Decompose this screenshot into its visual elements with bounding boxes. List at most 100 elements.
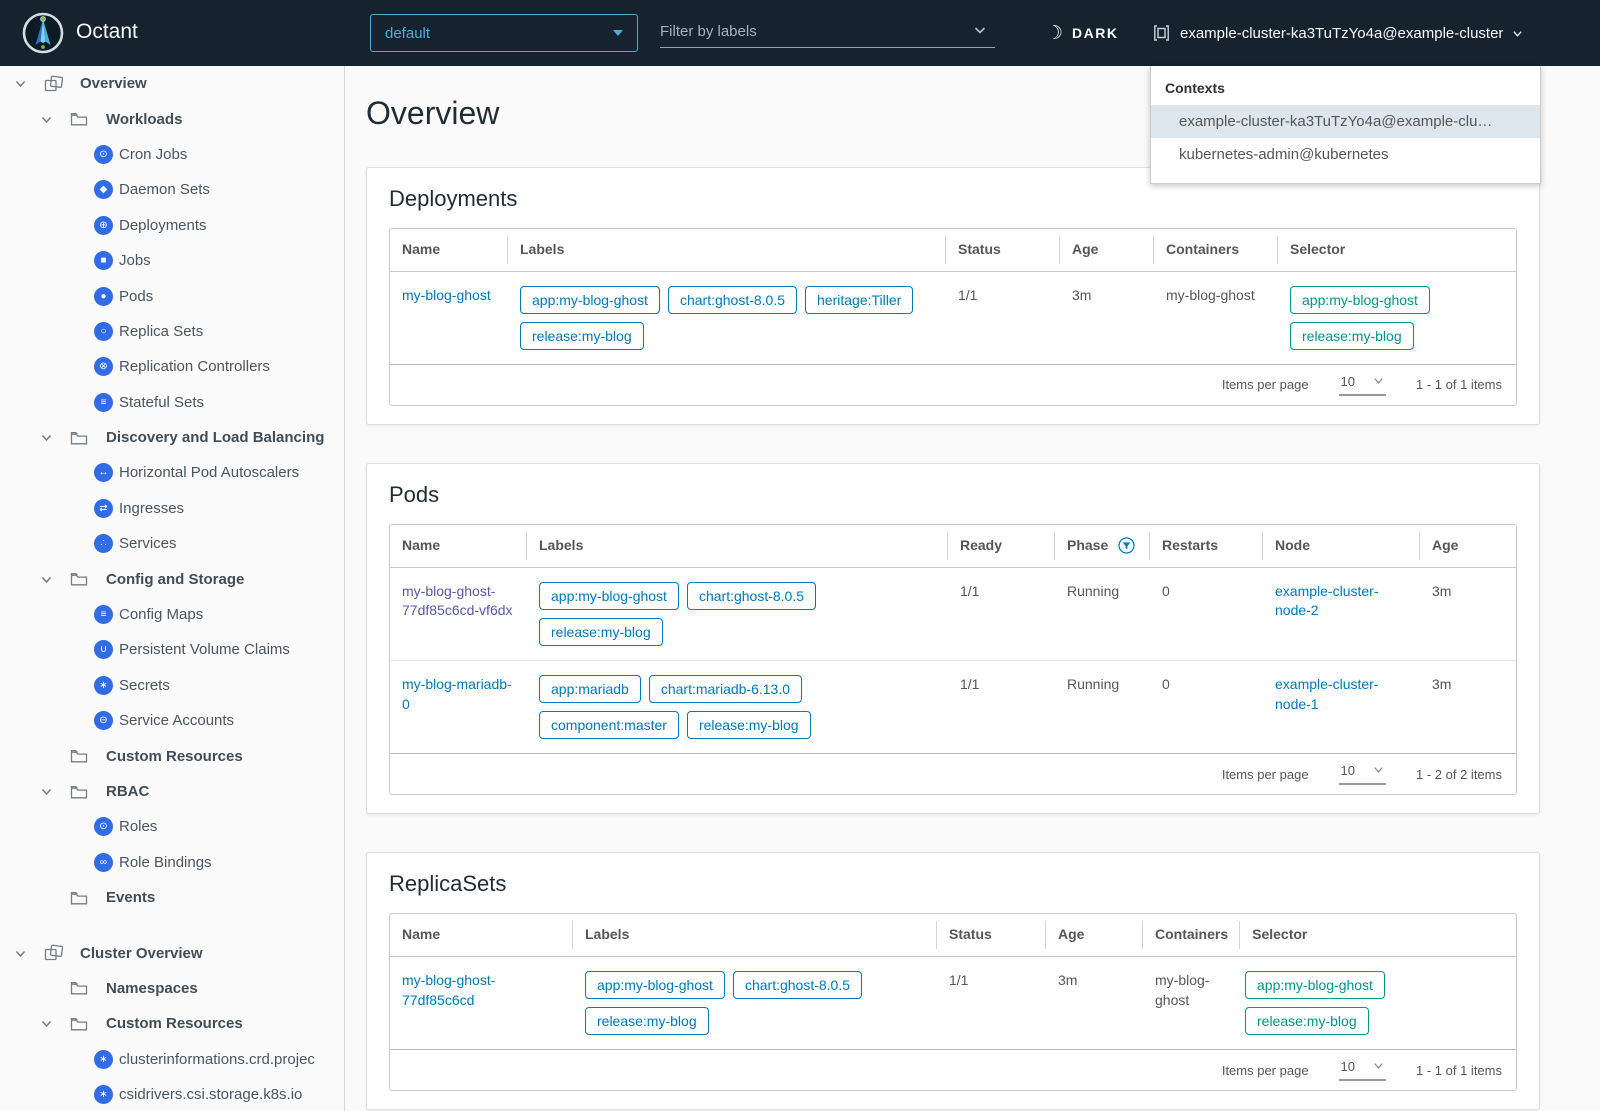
caret-down-icon	[613, 30, 623, 36]
sidebar-item-namespaces[interactable]: Namespaces	[0, 971, 344, 1006]
sidebar-item-persistent-volume-claims[interactable]: ∪ Persistent Volume Claims	[0, 632, 344, 667]
chevron-down-icon[interactable]	[40, 431, 70, 444]
sidebar-item-replica-sets[interactable]: ○ Replica Sets	[0, 314, 344, 349]
resource-link[interactable]: my-blog-ghost-77df85c6cd	[402, 972, 495, 1008]
sidebar-item-cron-jobs[interactable]: ⊙ Cron Jobs	[0, 137, 344, 172]
column-header-selector: Selector	[1278, 229, 1516, 271]
chevron-down-icon[interactable]	[40, 785, 70, 798]
items-per-page-value: 10	[1340, 1059, 1356, 1075]
sidebar-item-service-accounts[interactable]: ⊖ Service Accounts	[0, 703, 344, 738]
column-header-label: Name	[402, 241, 441, 257]
label-filter-input[interactable]: Filter by labels	[660, 16, 995, 48]
sidebar-item-label: Discovery and Load Balancing	[106, 429, 325, 447]
items-per-page-select[interactable]: 10	[1338, 374, 1387, 396]
label-tag: release:my-blog	[520, 321, 644, 350]
node-link[interactable]: example-cluster-node-2	[1275, 583, 1378, 619]
sidebar-item-roles[interactable]: ⊙ Roles	[0, 809, 344, 844]
namespace-select[interactable]: default	[370, 14, 638, 52]
sidebar-item-ingresses[interactable]: ⇄ Ingresses	[0, 491, 344, 526]
sidebar-item-config-and-storage[interactable]: Config and Storage	[0, 561, 344, 596]
selector-tag-row: release:my-blog	[1290, 321, 1504, 358]
table-row: my-blog-mariadb-0 app:mariadb chart:mariad…	[390, 659, 1516, 753]
sidebar-item-cluster-overview[interactable]: Cluster Overview	[0, 935, 344, 970]
column-header-labels: Labels	[527, 525, 948, 567]
jobs-icon: ■	[94, 251, 113, 271]
sidebar-item-custom-resources[interactable]: Custom Resources	[0, 738, 344, 773]
sidebar-item-label: Overview	[80, 75, 147, 93]
items-per-page-select[interactable]: 10	[1338, 763, 1387, 786]
sidebar-item-stateful-sets[interactable]: ≡ Stateful Sets	[0, 385, 344, 420]
config-maps-icon: ≡	[94, 605, 113, 625]
sidebar-item-label: Ingresses	[119, 499, 185, 517]
node-link[interactable]: example-cluster-node-1	[1275, 676, 1378, 712]
theme-toggle-button[interactable]: ☾ DARK	[1046, 0, 1119, 66]
sidebar-item-services[interactable]: ∴ Services	[0, 526, 344, 561]
sidebar-item-label: Deployments	[119, 216, 207, 234]
column-header-age: Age	[1046, 914, 1143, 956]
cell-value: 3m	[1072, 286, 1092, 303]
sidebar-item-role-bindings[interactable]: ∞ Role Bindings	[0, 845, 344, 880]
sidebar-item-daemon-sets[interactable]: ◆ Daemon Sets	[0, 172, 344, 207]
section-title: Pods	[389, 481, 440, 507]
folder-icon	[70, 430, 100, 446]
items-per-page-select[interactable]: 10	[1338, 1059, 1387, 1082]
context-menu-item[interactable]: kubernetes-admin@kubernetes	[1151, 138, 1540, 171]
label-tag: app:my-blog-ghost	[539, 581, 679, 610]
sidebar-item-config-maps[interactable]: ≡ Config Maps	[0, 597, 344, 632]
chevron-down-icon[interactable]	[40, 113, 70, 126]
contexts-dropdown-title: Contexts	[1165, 80, 1225, 96]
sidebar-item-replication-controllers[interactable]: ⊗ Replication Controllers	[0, 349, 344, 384]
column-header-node: Node	[1263, 525, 1420, 567]
chevron-down-icon[interactable]	[14, 947, 44, 960]
cell-value: 0	[1162, 582, 1170, 599]
sidebar-item-label: Stateful Sets	[119, 393, 205, 411]
sidebar-item-workloads[interactable]: Workloads	[0, 101, 344, 136]
sidebar-item-jobs[interactable]: ■ Jobs	[0, 243, 344, 278]
sidebar-item-discovery-and-load-balancing[interactable]: Discovery and Load Balancing	[0, 420, 344, 455]
chevron-down-icon[interactable]	[40, 573, 70, 586]
context-switcher[interactable]: example-cluster-ka3TuTzYo4a@example-clus…	[1152, 0, 1523, 66]
selector-tag-row: app:my-blog-ghost	[1290, 285, 1504, 322]
sidebar-item-deployments[interactable]: ⊕ Deployments	[0, 208, 344, 243]
main-content: Overview Deployments Name Labels Status Age…	[346, 66, 1600, 1111]
sidebar-item-overview[interactable]: Overview	[0, 66, 344, 101]
sidebar-item-events[interactable]: Events	[0, 880, 344, 915]
cell-value: Running	[1067, 675, 1120, 692]
sidebar-item-rbac[interactable]: RBAC	[0, 774, 344, 809]
table-body: my-blog-ghost-77df85c6cd-vf6dx app:my-blo…	[390, 568, 1516, 754]
sidebar-item-custom-resources[interactable]: Custom Resources	[0, 1006, 344, 1041]
chevron-down-icon	[1373, 374, 1384, 389]
resource-link[interactable]: my-blog-mariadb-0	[402, 676, 512, 712]
chevron-down-icon[interactable]	[14, 77, 44, 90]
sidebar-item-clusterinformations-crd-projec[interactable]: ∗ clusterinformations.crd.projec	[0, 1042, 344, 1077]
sidebar-item-label: Events	[106, 889, 156, 907]
label-tag: app:my-blog-ghost	[520, 285, 660, 314]
sidebar-item-horizontal-pod-autoscalers[interactable]: ↔ Horizontal Pod Autoscalers	[0, 455, 344, 490]
sidebar-item-label: clusterinformations.crd.projec	[119, 1050, 315, 1068]
roles-icon: ⊙	[94, 817, 113, 837]
resource-link[interactable]: my-blog-ghost-77df85c6cd-vf6dx	[402, 583, 513, 619]
cell-labels: app:mariadb chart:mariadb-6.13.0 component…	[527, 661, 948, 753]
contexts-dropdown: Contexts example-cluster-ka3TuTzYo4a@exa…	[1150, 66, 1541, 184]
cell-value: 1/1	[960, 582, 980, 599]
pagination-range: 1 - 1 of 1 items	[1416, 1062, 1502, 1078]
column-header-label: Selector	[1252, 926, 1308, 943]
cell-value: my-blog-ghost	[1155, 971, 1210, 1008]
items-per-page-value: 10	[1340, 763, 1356, 779]
sidebar-item-csidrivers-csi-storage-k8s-io[interactable]: ∗ csidrivers.csi.storage.k8s.io	[0, 1077, 344, 1111]
context-menu-item[interactable]: example-cluster-ka3TuTzYo4a@example-clu…	[1151, 105, 1540, 138]
cell-restarts: 0	[1150, 568, 1263, 660]
filter-icon[interactable]	[1118, 537, 1135, 554]
column-header-selector: Selector	[1240, 914, 1516, 956]
column-header-age: Age	[1420, 525, 1516, 567]
column-header-label: Age	[1058, 926, 1085, 943]
cell-name: my-blog-ghost	[390, 272, 508, 364]
cluster-icon	[1152, 23, 1171, 43]
resource-link[interactable]: my-blog-ghost	[402, 287, 491, 303]
sidebar-nav: Overview Workloads ⊙ Cron Jobs ◆ Daemon Sets ⊕…	[0, 66, 344, 1111]
sidebar-item-pods[interactable]: ● Pods	[0, 278, 344, 313]
cell-status: 1/1	[946, 272, 1060, 364]
items-per-page-label: Items per page	[1221, 377, 1309, 393]
chevron-down-icon[interactable]	[40, 1017, 70, 1030]
sidebar-item-secrets[interactable]: ∗ Secrets	[0, 668, 344, 703]
